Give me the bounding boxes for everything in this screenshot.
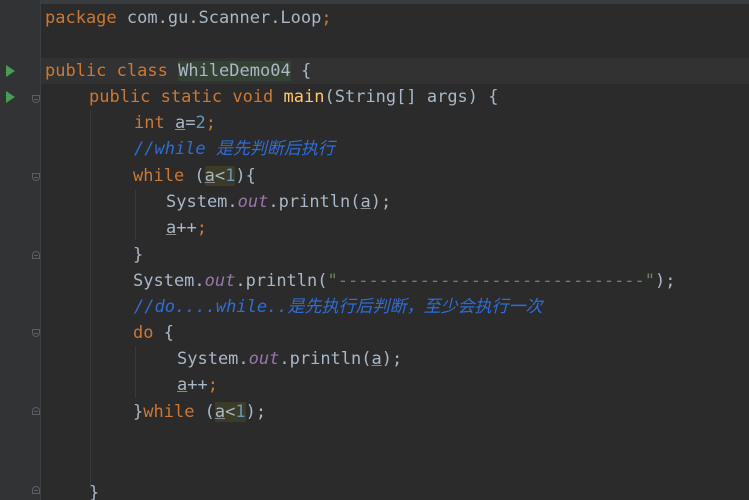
code-line-14[interactable]: System.out.println(a);: [177, 346, 402, 372]
code-line-4[interactable]: public static void main(String[] args) {: [89, 84, 499, 110]
number-literal: 2: [195, 113, 206, 133]
code-line-19[interactable]: }: [89, 480, 99, 500]
code-line-16[interactable]: }while (a<1);: [133, 399, 266, 425]
code-line-6[interactable]: //while 是先判断后执行: [134, 136, 335, 162]
keyword: do: [133, 323, 154, 343]
keyword: package: [45, 8, 117, 28]
semicolon: ;: [196, 218, 207, 238]
fold-main-icon[interactable]: [32, 95, 40, 103]
keyword: while: [133, 166, 185, 186]
brace: {: [153, 323, 174, 343]
operator: ++: [176, 218, 197, 238]
number-literal: 1: [235, 402, 246, 422]
code-line-7[interactable]: while (a<1){: [133, 163, 256, 189]
code-line-8[interactable]: System.out.println(a);: [166, 189, 391, 215]
class-ref: System.: [133, 271, 205, 291]
call-end: );: [381, 349, 403, 369]
code-line-11[interactable]: System.out.println("--------------------…: [133, 268, 676, 294]
run-main-icon[interactable]: [6, 91, 15, 103]
variable: a: [177, 375, 188, 395]
fold-do-end-icon[interactable]: [32, 407, 40, 415]
code-line-1[interactable]: package com.gu.Scanner.Loop;: [45, 5, 332, 31]
variable: a: [371, 349, 382, 369]
semicolon: ;: [207, 375, 218, 395]
variable: a: [166, 218, 177, 238]
code-line-5[interactable]: int a=2;: [134, 110, 216, 136]
comment: //while 是先判断后执行: [134, 139, 335, 159]
fold-while-icon[interactable]: [32, 173, 40, 181]
code-line-10[interactable]: }: [133, 242, 143, 268]
code-line-9[interactable]: a++;: [166, 215, 207, 241]
paren: (: [194, 402, 215, 422]
package-name: com.gu.Scanner.Loop: [126, 8, 322, 28]
code-line-12[interactable]: //do....while..是先执行后判断，至少会执行一次: [134, 294, 543, 320]
code-editor[interactable]: package com.gu.Scanner.Loop; public clas…: [0, 0, 749, 500]
keyword: class: [116, 61, 168, 81]
operator: <: [225, 402, 236, 422]
fold-while-end-icon[interactable]: [32, 251, 40, 259]
indent-guide: [90, 110, 91, 488]
comment: //do....while..是先执行后判断，至少会执行一次: [134, 297, 543, 317]
method-call: .println(: [279, 349, 372, 369]
operator: <: [214, 166, 226, 186]
field: out: [204, 271, 236, 291]
method-params: (String[] args) {: [324, 87, 499, 107]
keyword: int: [134, 113, 165, 133]
call-end: );: [370, 192, 392, 212]
paren: ){: [235, 166, 256, 186]
brace: }: [133, 402, 144, 422]
fold-main-end-icon[interactable]: [32, 486, 40, 494]
variable: a: [214, 402, 226, 422]
keyword: while: [143, 402, 195, 422]
indent-guide: [135, 190, 136, 240]
class-ref: System.: [166, 192, 238, 212]
variable: a: [360, 192, 371, 212]
semicolon: ;: [321, 8, 332, 28]
keyword: public: [45, 61, 107, 81]
code-line-3[interactable]: public class WhileDemo04 {: [45, 58, 311, 84]
class-name: WhileDemo04: [178, 61, 291, 81]
variable: a: [204, 166, 215, 186]
keyword: void: [232, 87, 274, 107]
operator: ++: [187, 375, 208, 395]
paren: (: [184, 166, 205, 186]
method-name: main: [283, 87, 325, 107]
indent-guide: [135, 346, 136, 398]
editor-top-strip: [40, 0, 749, 4]
string-literal: "------------------------------": [327, 271, 656, 291]
field: out: [248, 349, 280, 369]
variable: a: [174, 113, 186, 133]
method-call: .println(: [235, 271, 328, 291]
method-call: .println(: [268, 192, 361, 212]
fold-do-icon[interactable]: [32, 329, 40, 337]
class-ref: System.: [177, 349, 249, 369]
call-end: );: [655, 271, 676, 291]
keyword: public: [89, 87, 151, 107]
keyword: static: [160, 87, 223, 107]
semicolon: ;: [205, 113, 216, 133]
run-class-icon[interactable]: [6, 65, 15, 77]
field: out: [237, 192, 269, 212]
code-line-15[interactable]: a++;: [177, 372, 218, 398]
call-end: );: [245, 402, 267, 422]
brace: }: [133, 245, 144, 265]
operator: =: [185, 113, 196, 133]
brace: }: [89, 483, 100, 500]
number-literal: 1: [225, 166, 236, 186]
brace: {: [300, 61, 312, 81]
code-line-13[interactable]: do {: [133, 320, 174, 346]
